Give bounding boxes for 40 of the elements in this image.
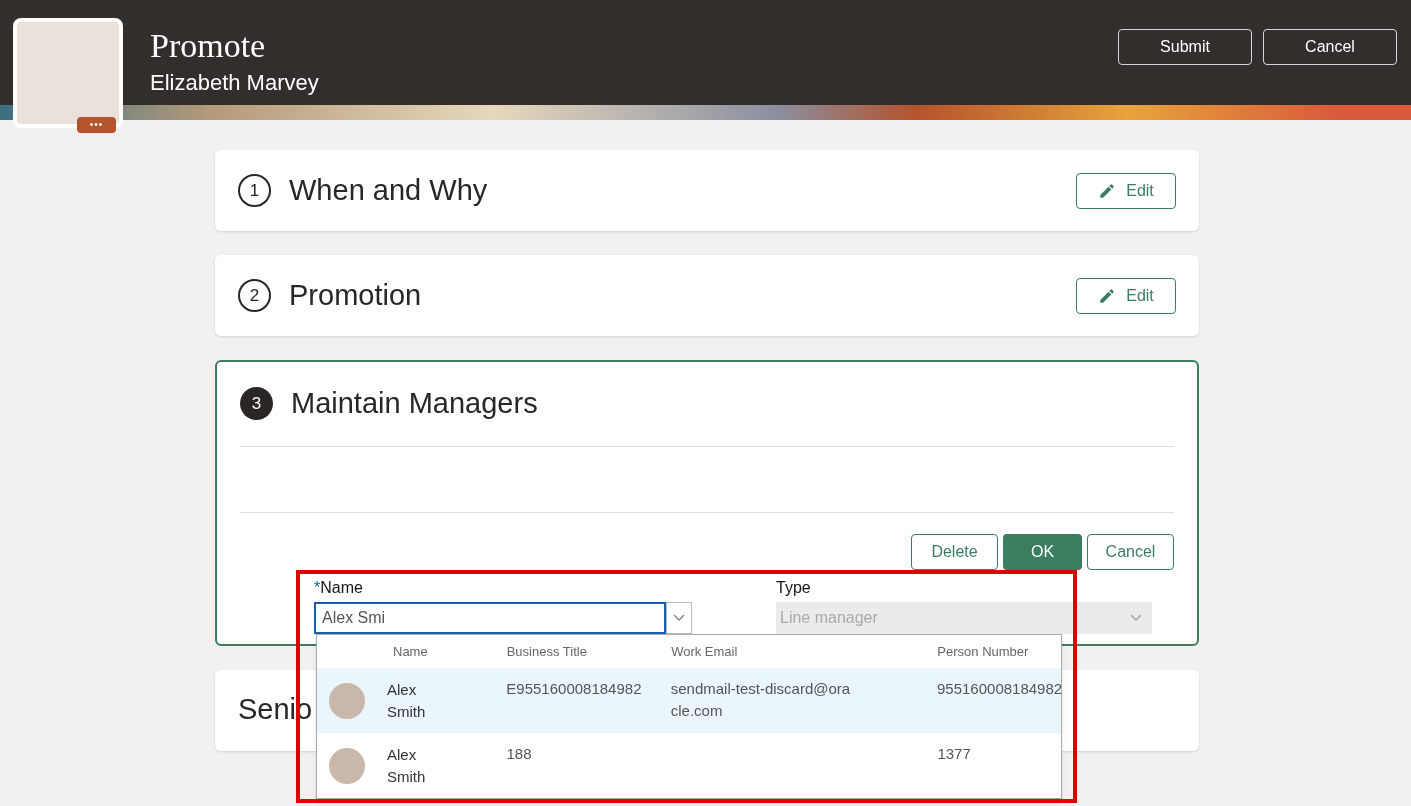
step-number: 2 <box>238 279 271 312</box>
edit-button[interactable]: Edit <box>1076 277 1176 314</box>
step-number: 1 <box>238 174 271 207</box>
business-title: E955160008184982 <box>506 679 643 699</box>
person-name: Alex Smith <box>387 744 427 787</box>
pencil-icon <box>1098 181 1117 200</box>
work-email: sendmail-test-discard@oracle.com <box>670 679 852 721</box>
field-label: Type <box>776 577 812 598</box>
column-header: Name <box>392 642 429 661</box>
avatar-icon <box>329 682 365 719</box>
required-mark: * <box>314 577 321 598</box>
caret-icon <box>1130 613 1142 622</box>
name-input-field[interactable]: Alex Smi <box>314 601 666 634</box>
column-header: Person Number <box>937 642 1030 661</box>
employee-name: Elizabeth Marvey <box>150 69 319 97</box>
column-header: Business Title <box>506 642 588 661</box>
person-name: Alex Smith <box>387 679 427 722</box>
dropdown-button[interactable] <box>666 601 692 634</box>
action-button[interactable]: OK <box>1003 533 1082 570</box>
caret-icon <box>673 613 685 622</box>
header-button[interactable]: Submit <box>1118 29 1252 65</box>
page-title: Promote <box>150 26 266 66</box>
edit-button[interactable]: Edit <box>1076 172 1176 209</box>
avatar-icon <box>329 747 365 784</box>
action-button[interactable]: Cancel <box>1087 533 1174 570</box>
suggestion-row[interactable]: Alex Smith E955160008184982 sendmail-test-discard@oracle.com 955160008184982 <box>317 668 1061 733</box>
step-number: 3 <box>240 387 273 421</box>
pencil-icon <box>1098 286 1117 305</box>
action-button[interactable]: Delete <box>911 533 998 570</box>
section-title: Promotion <box>289 277 422 313</box>
person-number: 955160008184982 <box>937 679 1061 699</box>
business-title: 188 <box>506 744 533 764</box>
section-title: Maintain Managers <box>291 386 538 421</box>
field-label: *Name <box>314 575 692 600</box>
header-button[interactable]: Cancel <box>1263 29 1397 65</box>
section-title: When and Why <box>289 172 488 208</box>
suggestion-row[interactable]: Alex Smith 188 1377 <box>317 733 1061 798</box>
more-button[interactable]: ••• <box>77 117 116 133</box>
column-header: Work Email <box>671 642 739 661</box>
person-number: 1377 <box>937 744 972 764</box>
